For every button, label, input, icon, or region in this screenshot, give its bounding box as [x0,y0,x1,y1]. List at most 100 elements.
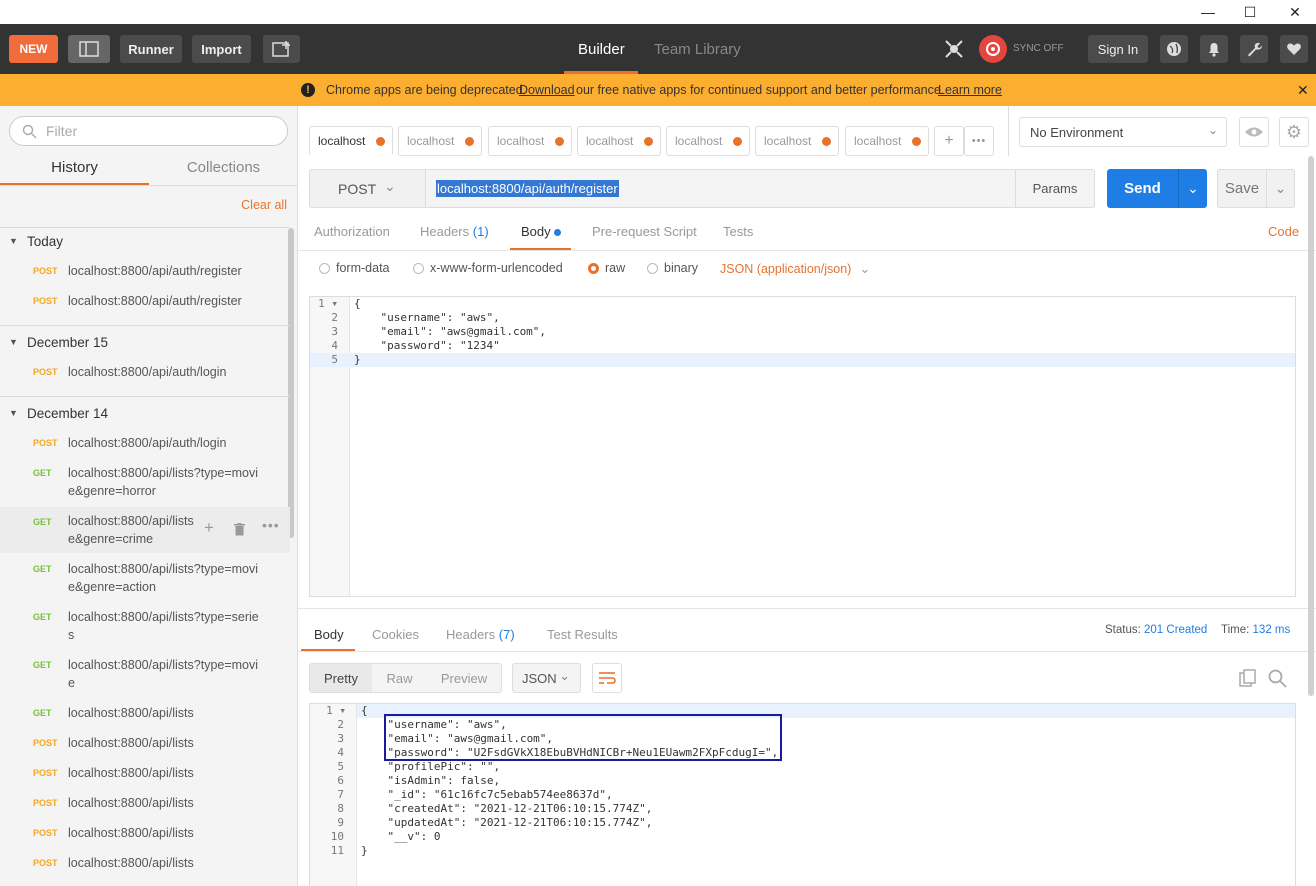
add-to-collection-icon[interactable]: + [204,518,214,538]
tab-authorization[interactable]: Authorization [314,224,390,239]
history-item[interactable]: GET localhost:8800/api/lists?type=movie&… [0,560,290,596]
view-raw[interactable]: Raw [372,664,427,692]
content-type-select[interactable]: JSON (application/json) ⌄ [720,261,870,277]
app-header: NEW Runner Import Builder Team Library S… [0,24,1316,74]
collapse-icon: ▼ [9,408,18,418]
sidebar-toggle-button[interactable] [68,35,110,63]
new-window-button[interactable] [263,35,300,63]
request-tab[interactable]: localhost [398,126,482,156]
sync-button[interactable] [979,35,1007,63]
history-group-today[interactable]: ▼ Today [0,226,290,256]
history-item[interactable]: POST localhost:8800/api/auth/login [0,434,290,452]
tab-tests[interactable]: Tests [723,224,753,239]
tab-headers[interactable]: Headers (1) [420,224,489,239]
history-item[interactable]: GET localhost:8800/api/lists?type=series [0,608,290,644]
line-number: 8 [337,802,344,815]
trash-icon[interactable] [234,523,245,536]
code-line: "password": "1234" [354,339,500,352]
divider [298,608,1316,609]
save-options-button[interactable]: ⌄ [1266,169,1295,208]
tab-collections[interactable]: Collections [149,150,297,185]
request-tab[interactable]: localhost [845,126,929,156]
interceptor-button[interactable] [940,35,968,63]
request-body-editor[interactable]: 1 ▾ 2 3 4 5 { "username": "aws", "email"… [309,296,1296,597]
history-item[interactable]: POST localhost:8800/api/auth/register [0,292,290,310]
send-button[interactable]: Send [1107,169,1178,208]
tab-team-library[interactable]: Team Library [654,24,741,74]
tab-body[interactable]: Body [521,224,562,239]
more-options-icon[interactable]: ••• [262,517,280,533]
history-item[interactable]: POST localhost:8800/api/lists [0,794,290,812]
tab-builder[interactable]: Builder [578,24,625,74]
history-item[interactable]: POST localhost:8800/api/auth/register [0,262,290,280]
history-item[interactable]: GET localhost:8800/api/lists?type=movie&… [0,464,290,500]
request-tab[interactable]: localhost [577,126,661,156]
radio-binary[interactable]: binary [647,261,698,275]
radio-urlencoded[interactable]: x-www-form-urlencoded [413,261,563,275]
close-banner-icon[interactable]: ✕ [1297,82,1309,99]
favorite-button[interactable] [1280,35,1308,63]
radio-raw[interactable]: raw [588,261,625,275]
request-tab[interactable]: localhost [755,126,839,156]
history-item[interactable]: GET localhost:8800/api/lists [0,704,290,722]
history-url: localhost:8800/api/lists [68,796,194,810]
radio-form-data[interactable]: form-data [319,261,390,275]
heart-icon [1287,43,1301,55]
history-group-dec15[interactable]: ▼ December 15 [0,327,290,357]
response-body-viewer[interactable]: 1 ▾ 2 3 4 5 6 7 8 9 10 11 { "username": … [309,703,1296,886]
new-button[interactable]: NEW [9,35,58,63]
response-tab-cookies[interactable]: Cookies [372,627,419,642]
runner-button[interactable]: Runner [120,35,182,63]
code-link[interactable]: Code [1268,224,1299,239]
maximize-button[interactable]: ☐ [1227,0,1273,24]
url-input[interactable]: localhost:8800/api/auth/register [425,169,1016,208]
response-tab-test-results[interactable]: Test Results [547,627,618,642]
response-tab-body[interactable]: Body [314,627,344,642]
history-item[interactable]: GET localhost:8800/api/lists?type=movie [0,656,290,692]
method-select[interactable]: POST ⌄ [309,169,426,208]
learn-more-link[interactable]: Learn more [938,83,1002,97]
history-item[interactable]: POST localhost:8800/api/lists [0,854,290,872]
close-window-button[interactable]: ✕ [1272,0,1316,24]
line-number: 3 [337,732,344,745]
filter-input[interactable]: Filter [9,116,288,146]
tab-options-button[interactable]: ••• [964,126,994,156]
request-tab-active[interactable]: localhost [309,126,393,156]
clear-all-link[interactable]: Clear all [241,198,287,212]
history-item[interactable]: POST localhost:8800/api/auth/login [0,363,290,381]
settings-button[interactable] [1240,35,1268,63]
history-group-dec14[interactable]: ▼ December 14 [0,398,290,428]
environment-select[interactable]: No Environment ⌄ [1019,117,1227,147]
wrap-lines-button[interactable] [592,663,622,693]
history-item[interactable]: POST localhost:8800/api/lists [0,764,290,782]
tab-history[interactable]: History [0,150,149,185]
history-item[interactable]: POST localhost:8800/api/lists [0,824,290,842]
time-label: Time: [1221,624,1250,636]
search-icon[interactable] [1268,669,1287,688]
copy-icon[interactable] [1239,669,1257,687]
main-scrollbar[interactable] [1308,156,1314,696]
params-button[interactable]: Params [1015,169,1095,208]
view-pretty[interactable]: Pretty [310,664,372,692]
save-button[interactable]: Save [1217,169,1267,208]
history-item-hovered[interactable]: GET localhost:8800/api/lists e&genre=cri… [0,507,290,553]
globe-button[interactable] [1160,35,1188,63]
request-tab[interactable]: localhost [488,126,572,156]
download-link[interactable]: Download [519,83,575,97]
request-tab[interactable]: localhost [666,126,750,156]
environment-quick-look-button[interactable] [1239,117,1269,147]
sign-in-button[interactable]: Sign In [1088,35,1148,63]
response-tab-headers[interactable]: Headers (7) [446,627,515,642]
manage-environments-button[interactable]: ⚙ [1279,117,1309,147]
send-options-button[interactable]: ⌄ [1178,169,1207,208]
tab-label: localhost [854,134,902,148]
minimize-button[interactable]: — [1185,0,1231,24]
new-tab-button[interactable]: + [934,126,964,156]
view-preview[interactable]: Preview [427,664,501,692]
tab-pre-request-script[interactable]: Pre-request Script [592,224,697,239]
history-item[interactable]: POST localhost:8800/api/lists [0,734,290,752]
warning-icon: ! [301,83,315,97]
format-select[interactable]: JSON ⌄ [512,663,581,693]
notifications-button[interactable] [1200,35,1228,63]
import-button[interactable]: Import [192,35,251,63]
